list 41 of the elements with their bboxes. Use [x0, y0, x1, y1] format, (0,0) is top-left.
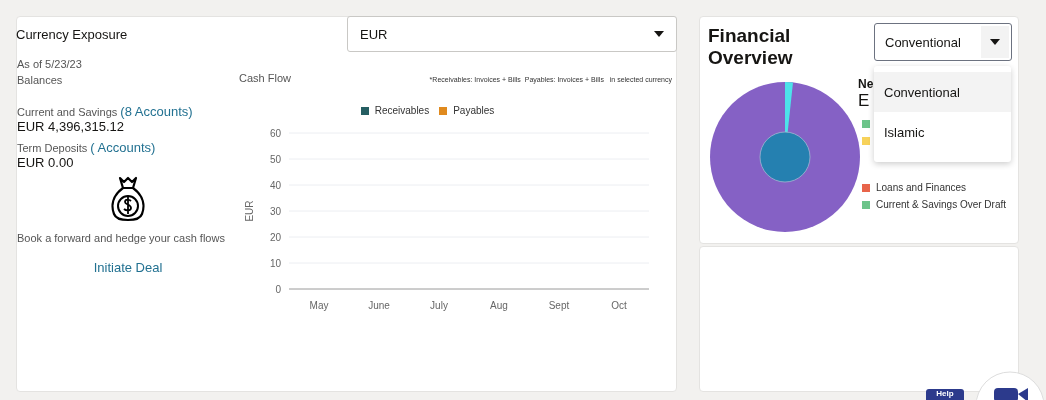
money-bag-icon	[110, 176, 146, 224]
section-label: Balances	[17, 74, 64, 86]
balance-amount: EUR 0.00	[17, 155, 75, 170]
caret-icon	[990, 39, 1000, 45]
as-of-date: As of 5/23/23	[17, 58, 83, 70]
currency-select[interactable]: EUR	[347, 16, 677, 52]
y-tick-label: 30	[269, 206, 281, 217]
legend-label: Payables	[453, 105, 495, 116]
caret-icon	[654, 31, 664, 37]
dropdown-option[interactable]: Conventional	[874, 72, 1011, 112]
net-label: Ne	[858, 77, 874, 91]
net-amount: E	[858, 91, 870, 111]
legend-label: Current & Savings Over Draft	[876, 199, 1007, 210]
legend-label: Receivables	[374, 105, 430, 116]
initiate-deal-link[interactable]: Initiate Deal	[93, 260, 163, 275]
y-tick-label: 40	[269, 180, 281, 191]
card-title: Currency Exposure	[16, 26, 128, 42]
y-tick-label: 50	[269, 154, 281, 165]
x-tick-label: July	[430, 300, 448, 311]
accounts-link[interactable]: (8 Accounts)	[120, 104, 193, 119]
x-tick-label: Sept	[548, 300, 570, 311]
dropdown-option[interactable]: Islamic	[874, 112, 1011, 152]
chart-title: Cash Flow	[239, 72, 291, 84]
y-tick-label: 20	[269, 232, 281, 243]
y-axis-label: EUR	[244, 200, 255, 222]
account-label: Current and Savings	[17, 106, 119, 118]
help-badge[interactable]: Help	[926, 389, 964, 400]
card-title: Financial Overview	[708, 25, 794, 69]
promo-text: Book a forward and hedge your cash flows	[17, 232, 226, 244]
y-tick-label: 60	[269, 128, 281, 139]
type-select[interactable]: Conventional	[874, 23, 1012, 61]
account-label: Term Deposits	[17, 142, 89, 154]
accounts-link[interactable]: ( Accounts)	[90, 140, 156, 155]
y-tick-label: 10	[269, 258, 281, 269]
x-tick-label: Oct	[611, 300, 627, 311]
x-tick-label: June	[368, 300, 390, 311]
balance-amount: EUR 4,396,315.12	[17, 119, 125, 134]
x-tick-label: May	[309, 300, 329, 311]
legend-label: Loans and Finances	[876, 182, 967, 193]
x-tick-label: Aug	[490, 300, 508, 311]
y-tick-label: 0	[275, 284, 281, 295]
